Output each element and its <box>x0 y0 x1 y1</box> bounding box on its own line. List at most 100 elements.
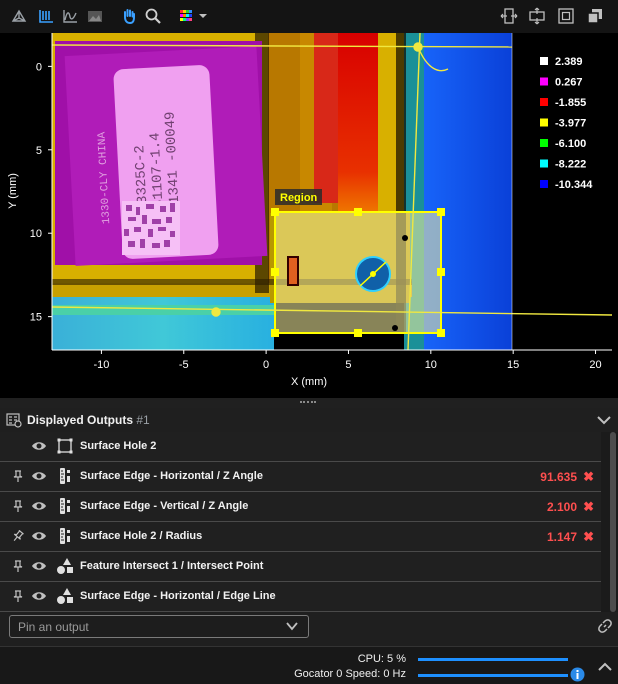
link-icon[interactable] <box>598 619 612 633</box>
output-row-edge-vertical-z-angle[interactable]: Surface Edge - Vertical / Z Angle 2.100 … <box>0 492 601 522</box>
x-tick-label: 0 <box>263 359 269 371</box>
image-view-icon[interactable] <box>86 7 104 25</box>
x-tick-label: 5 <box>345 359 351 371</box>
region-box-icon <box>57 438 73 454</box>
pin-tilted-icon[interactable] <box>12 530 24 542</box>
legend-value: 2.389 <box>555 56 583 68</box>
x-tick-label: 15 <box>507 359 519 371</box>
y-tick-label: 0 <box>36 61 42 73</box>
x-tick-label: 10 <box>425 359 437 371</box>
output-label: Surface Edge - Vertical / Z Angle <box>80 500 249 512</box>
eye-icon[interactable] <box>31 470 47 482</box>
outputs-count: #1 <box>136 413 150 427</box>
splitter-grip[interactable] <box>300 401 316 406</box>
legend-value: -10.344 <box>555 179 593 191</box>
popout-window-icon[interactable] <box>586 7 604 25</box>
output-label: Surface Edge - Horizontal / Z Angle <box>80 470 263 482</box>
eye-icon[interactable] <box>31 530 47 542</box>
y-tick-label: 10 <box>30 228 42 240</box>
fit-width-icon[interactable] <box>500 7 518 25</box>
y-axis-title: Y (mm) <box>7 173 19 209</box>
fit-height-icon[interactable] <box>528 7 546 25</box>
panel-splitter[interactable] <box>0 398 618 408</box>
legend-value: -8.222 <box>555 159 586 171</box>
cpu-usage-fill <box>418 658 568 661</box>
outputs-scrollbar[interactable] <box>609 432 618 612</box>
legend-swatch <box>540 77 548 86</box>
legend-value: 0.267 <box>555 77 583 89</box>
remove-output-icon[interactable]: ✖ <box>583 469 594 485</box>
outputs-list-icon <box>6 412 22 433</box>
cpu-usage-bar <box>418 658 568 661</box>
output-label: Surface Hole 2 / Radius <box>80 530 203 542</box>
legend-swatch <box>540 57 548 65</box>
height-map-plot[interactable]: 03325C-2 281107-1.4 DS1341 -00049 1330-C… <box>0 33 618 398</box>
status-bar: CPU: 5 % Gocator 0 Speed: 0 Hz <box>0 646 618 684</box>
chevron-down-icon <box>199 14 207 18</box>
legend-swatch <box>540 118 548 127</box>
pin-icon[interactable] <box>12 470 24 482</box>
x-axis-title: X (mm) <box>291 376 327 388</box>
measurement-ruler-icon <box>60 498 70 514</box>
legend-value: -1.855 <box>555 97 586 109</box>
output-label: Surface Hole 2 <box>80 440 157 452</box>
legend-swatch <box>540 159 548 168</box>
legend-value: -3.977 <box>555 118 586 130</box>
remove-output-icon[interactable]: ✖ <box>583 499 594 515</box>
pin-output-bar: Pin an output <box>0 612 618 646</box>
profile-view-icon[interactable] <box>37 7 55 25</box>
eye-icon[interactable] <box>31 590 47 602</box>
region-label: Region <box>280 192 318 204</box>
zoom-icon[interactable] <box>144 7 162 25</box>
info-icon[interactable] <box>570 667 585 682</box>
pin-icon[interactable] <box>12 500 24 512</box>
eye-icon[interactable] <box>31 440 47 452</box>
output-value: 1.147 <box>546 530 577 544</box>
collapse-chevron-icon[interactable] <box>596 413 612 432</box>
x-tick-label: 20 <box>589 359 601 371</box>
pin-icon[interactable] <box>12 560 24 572</box>
speed-label: Gocator 0 Speed: 0 Hz <box>294 668 406 680</box>
output-row-edge-horizontal-z-angle[interactable]: Surface Edge - Horizontal / Z Angle 91.6… <box>0 462 601 492</box>
3d-view-icon[interactable] <box>10 7 28 25</box>
pin-icon[interactable] <box>12 590 24 602</box>
eye-icon[interactable] <box>31 500 47 512</box>
output-row-edge-line[interactable]: Surface Edge - Horizontal / Edge Line <box>0 582 601 612</box>
outputs-panel-title: Displayed Outputs #1 <box>27 413 150 427</box>
output-label: Surface Edge - Horizontal / Edge Line <box>80 590 276 602</box>
legend-swatch <box>540 139 548 147</box>
output-value: 91.635 <box>540 470 577 484</box>
output-row-surface-hole-2[interactable]: Surface Hole 2 <box>0 432 601 462</box>
legend-value: -6.100 <box>555 138 586 150</box>
measurement-ruler-icon <box>60 528 70 544</box>
output-row-intersect-point[interactable]: Feature Intersect 1 / Intersect Point <box>0 552 601 582</box>
y-tick-label: 5 <box>36 145 42 157</box>
outputs-panel-header: Displayed Outputs #1 <box>0 408 618 432</box>
x-tick-label: -10 <box>93 359 109 371</box>
output-row-hole-2-radius[interactable]: Surface Hole 2 / Radius 1.147 ✖ <box>0 522 601 552</box>
legend-swatch <box>540 98 548 106</box>
color-palette-icon[interactable] <box>178 7 210 25</box>
section-view-icon[interactable] <box>61 7 79 25</box>
fit-all-icon[interactable] <box>557 7 575 25</box>
qr-code <box>122 201 180 255</box>
pin-output-placeholder: Pin an output <box>18 620 89 634</box>
data-viewer[interactable]: 03325C-2 281107-1.4 DS1341 -00049 1330-C… <box>0 33 618 398</box>
chevron-down-icon <box>286 622 298 631</box>
output-label: Feature Intersect 1 / Intersect Point <box>80 560 264 572</box>
outputs-title-text: Displayed Outputs <box>27 413 134 427</box>
eye-icon[interactable] <box>31 560 47 572</box>
pan-hand-icon[interactable] <box>120 7 138 25</box>
cpu-label: CPU: 5 % <box>357 653 406 665</box>
speed-fill <box>418 674 568 677</box>
x-tick-label: -5 <box>179 359 189 371</box>
region-roi[interactable]: Region <box>271 189 445 337</box>
shapes-icon <box>57 558 73 574</box>
remove-output-icon[interactable]: ✖ <box>583 529 594 545</box>
expand-chevron-up-icon[interactable] <box>597 660 613 672</box>
pin-output-dropdown[interactable]: Pin an output <box>9 615 309 638</box>
outputs-list: Surface Hole 2 Surface Edge - Horizontal… <box>0 432 609 612</box>
toolbar <box>0 0 618 33</box>
scrollbar-thumb[interactable] <box>610 432 616 612</box>
shapes-icon <box>57 588 73 604</box>
